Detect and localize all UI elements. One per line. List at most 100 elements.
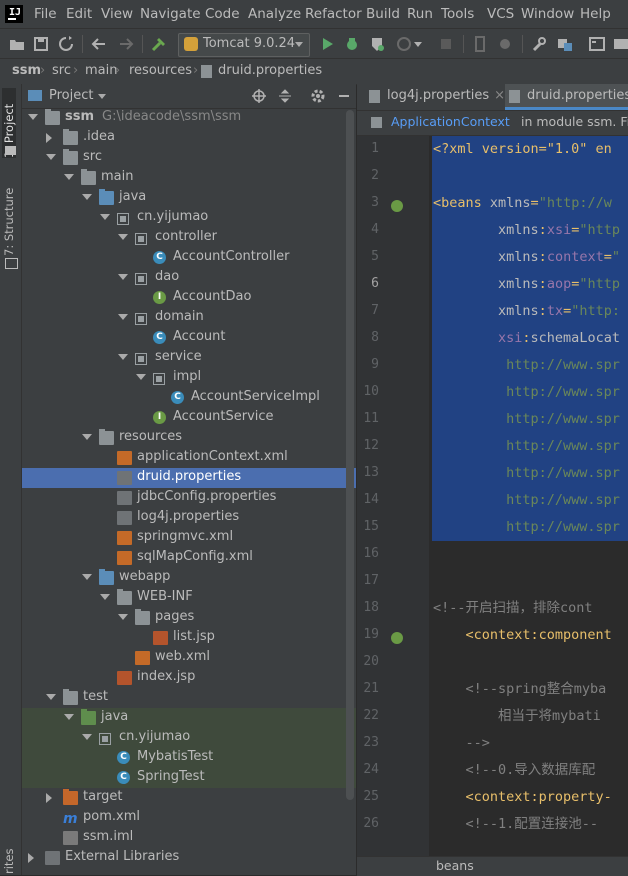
editor-tab[interactable]: log4j.properties × bbox=[365, 84, 511, 110]
chevron-down-icon[interactable] bbox=[28, 114, 38, 120]
tree-item[interactable]: java bbox=[22, 708, 356, 728]
chevron-down-icon[interactable] bbox=[46, 694, 56, 700]
tree-item[interactable]: cn.yijumao bbox=[22, 728, 356, 748]
gear-icon[interactable] bbox=[310, 88, 326, 104]
chevron-right-icon[interactable] bbox=[46, 793, 52, 803]
menu-item[interactable]: Navigate bbox=[140, 0, 201, 28]
tree-item[interactable]: target bbox=[22, 788, 356, 808]
breadcrumb-item[interactable]: druid.properties bbox=[218, 63, 322, 78]
menu-item[interactable]: Code bbox=[205, 0, 240, 28]
chevron-down-icon[interactable] bbox=[136, 374, 146, 380]
menu-item[interactable]: VCS bbox=[487, 0, 514, 28]
stop-icon[interactable] bbox=[437, 35, 455, 53]
spring-component-scan-gutter-icon[interactable] bbox=[391, 632, 403, 644]
tree-item[interactable]: C SpringTest bbox=[22, 768, 356, 788]
tree-item[interactable]: ssm G:\ideacode\ssm\ssm bbox=[22, 109, 356, 128]
tree-item[interactable]: index.jsp bbox=[22, 668, 356, 688]
tree-item[interactable]: jdbcConfig.properties bbox=[22, 488, 356, 508]
tree-item[interactable]: I AccountService bbox=[22, 408, 356, 428]
project-panel-title[interactable]: Project bbox=[49, 88, 93, 103]
tree-item[interactable]: WEB-INF bbox=[22, 588, 356, 608]
tree-item[interactable]: dao bbox=[22, 268, 356, 288]
tree-item[interactable]: C AccountController bbox=[22, 248, 356, 268]
ant-icon[interactable] bbox=[612, 35, 628, 53]
chevron-right-icon[interactable] bbox=[28, 853, 34, 863]
attach-icon[interactable] bbox=[496, 35, 514, 53]
chevron-down-icon[interactable] bbox=[118, 614, 128, 620]
breadcrumb-item[interactable]: resources bbox=[129, 63, 192, 78]
chevron-down-icon[interactable] bbox=[118, 314, 128, 320]
open-folder-icon[interactable] bbox=[8, 35, 26, 53]
tree-item[interactable]: sqlMapConfig.xml bbox=[22, 548, 356, 568]
chevron-down-icon[interactable] bbox=[100, 594, 110, 600]
collapse-all-icon[interactable] bbox=[277, 88, 293, 104]
menu-item[interactable]: Refactor bbox=[305, 0, 362, 28]
tree-item[interactable]: External Libraries bbox=[22, 848, 356, 868]
save-icon[interactable] bbox=[32, 35, 50, 53]
chevron-down-icon[interactable] bbox=[82, 194, 92, 200]
menu-item[interactable]: Tools bbox=[441, 0, 474, 28]
editor-tab[interactable]: druid.properties bbox=[505, 84, 628, 110]
tab-structure[interactable]: 7: Structure bbox=[2, 176, 16, 256]
chevron-down-icon[interactable] bbox=[64, 174, 74, 180]
tab-favorites[interactable]: rites bbox=[2, 844, 16, 875]
minimize-icon[interactable] bbox=[336, 88, 352, 104]
close-icon[interactable]: × bbox=[494, 88, 505, 103]
chevron-down-icon[interactable] bbox=[98, 94, 106, 99]
chevron-down-icon[interactable] bbox=[413, 35, 423, 53]
tree-item[interactable]: controller bbox=[22, 228, 356, 248]
chevron-down-icon[interactable] bbox=[82, 734, 92, 740]
tree-item[interactable]: cn.yijumao bbox=[22, 208, 356, 228]
tree-item[interactable]: applicationContext.xml bbox=[22, 448, 356, 468]
tree-item[interactable]: web.xml bbox=[22, 648, 356, 668]
tree-item[interactable]: main bbox=[22, 168, 356, 188]
settings-wrench-icon[interactable] bbox=[530, 35, 548, 53]
breadcrumb-item[interactable]: src bbox=[52, 63, 71, 78]
tree-item[interactable]: test bbox=[22, 688, 356, 708]
menu-item[interactable]: File bbox=[34, 0, 57, 28]
tree-item[interactable]: I AccountDao bbox=[22, 288, 356, 308]
chevron-down-icon[interactable] bbox=[118, 354, 128, 360]
menu-item[interactable]: Window bbox=[521, 0, 574, 28]
application-context-link[interactable]: ApplicationContext bbox=[391, 114, 510, 129]
menu-item[interactable]: Edit bbox=[66, 0, 92, 28]
tree-item[interactable]: java bbox=[22, 188, 356, 208]
tree-item[interactable]: service bbox=[22, 348, 356, 368]
tree-item[interactable]: m pom.xml bbox=[22, 808, 356, 828]
tree-item[interactable]: C AccountServiceImpl bbox=[22, 388, 356, 408]
coverage-icon[interactable] bbox=[368, 35, 386, 53]
chevron-down-icon[interactable] bbox=[46, 154, 56, 160]
chevron-down-icon[interactable] bbox=[64, 714, 74, 720]
tree-item[interactable]: C Account bbox=[22, 328, 356, 348]
tree-item[interactable]: .idea bbox=[22, 128, 356, 148]
tree-item[interactable]: impl bbox=[22, 368, 356, 388]
chevron-down-icon[interactable] bbox=[118, 274, 128, 280]
terminal-icon[interactable] bbox=[588, 35, 606, 53]
tree-item[interactable]: springmvc.xml bbox=[22, 528, 356, 548]
menu-item[interactable]: Run bbox=[407, 0, 433, 28]
sync-icon[interactable] bbox=[57, 35, 75, 53]
tree-item[interactable]: src bbox=[22, 148, 356, 168]
locate-target-icon[interactable] bbox=[251, 88, 267, 104]
tree-item[interactable]: list.jsp bbox=[22, 628, 356, 648]
tree-item[interactable]: druid.properties bbox=[22, 468, 356, 488]
chevron-down-icon[interactable] bbox=[118, 234, 128, 240]
device-icon[interactable] bbox=[471, 35, 489, 53]
project-structure-icon[interactable] bbox=[556, 35, 574, 53]
tree-item[interactable]: resources bbox=[22, 428, 356, 448]
tree-item[interactable]: domain bbox=[22, 308, 356, 328]
menu-item[interactable]: Build bbox=[366, 0, 400, 28]
run-icon[interactable] bbox=[318, 35, 336, 53]
tree-item[interactable]: ssm.iml bbox=[22, 828, 356, 848]
menu-item[interactable]: Help bbox=[580, 0, 611, 28]
tree-item[interactable]: log4j.properties bbox=[22, 508, 356, 528]
chevron-down-icon[interactable] bbox=[100, 214, 110, 220]
breadcrumb-item[interactable]: main bbox=[85, 63, 117, 78]
tree-item[interactable]: pages bbox=[22, 608, 356, 628]
tree-item[interactable]: webapp bbox=[22, 568, 356, 588]
chevron-down-icon[interactable] bbox=[82, 574, 92, 580]
chevron-down-icon[interactable] bbox=[82, 434, 92, 440]
debug-icon[interactable] bbox=[343, 35, 361, 53]
menu-item[interactable]: View bbox=[101, 0, 133, 28]
menu-item[interactable]: Analyze bbox=[248, 0, 301, 28]
